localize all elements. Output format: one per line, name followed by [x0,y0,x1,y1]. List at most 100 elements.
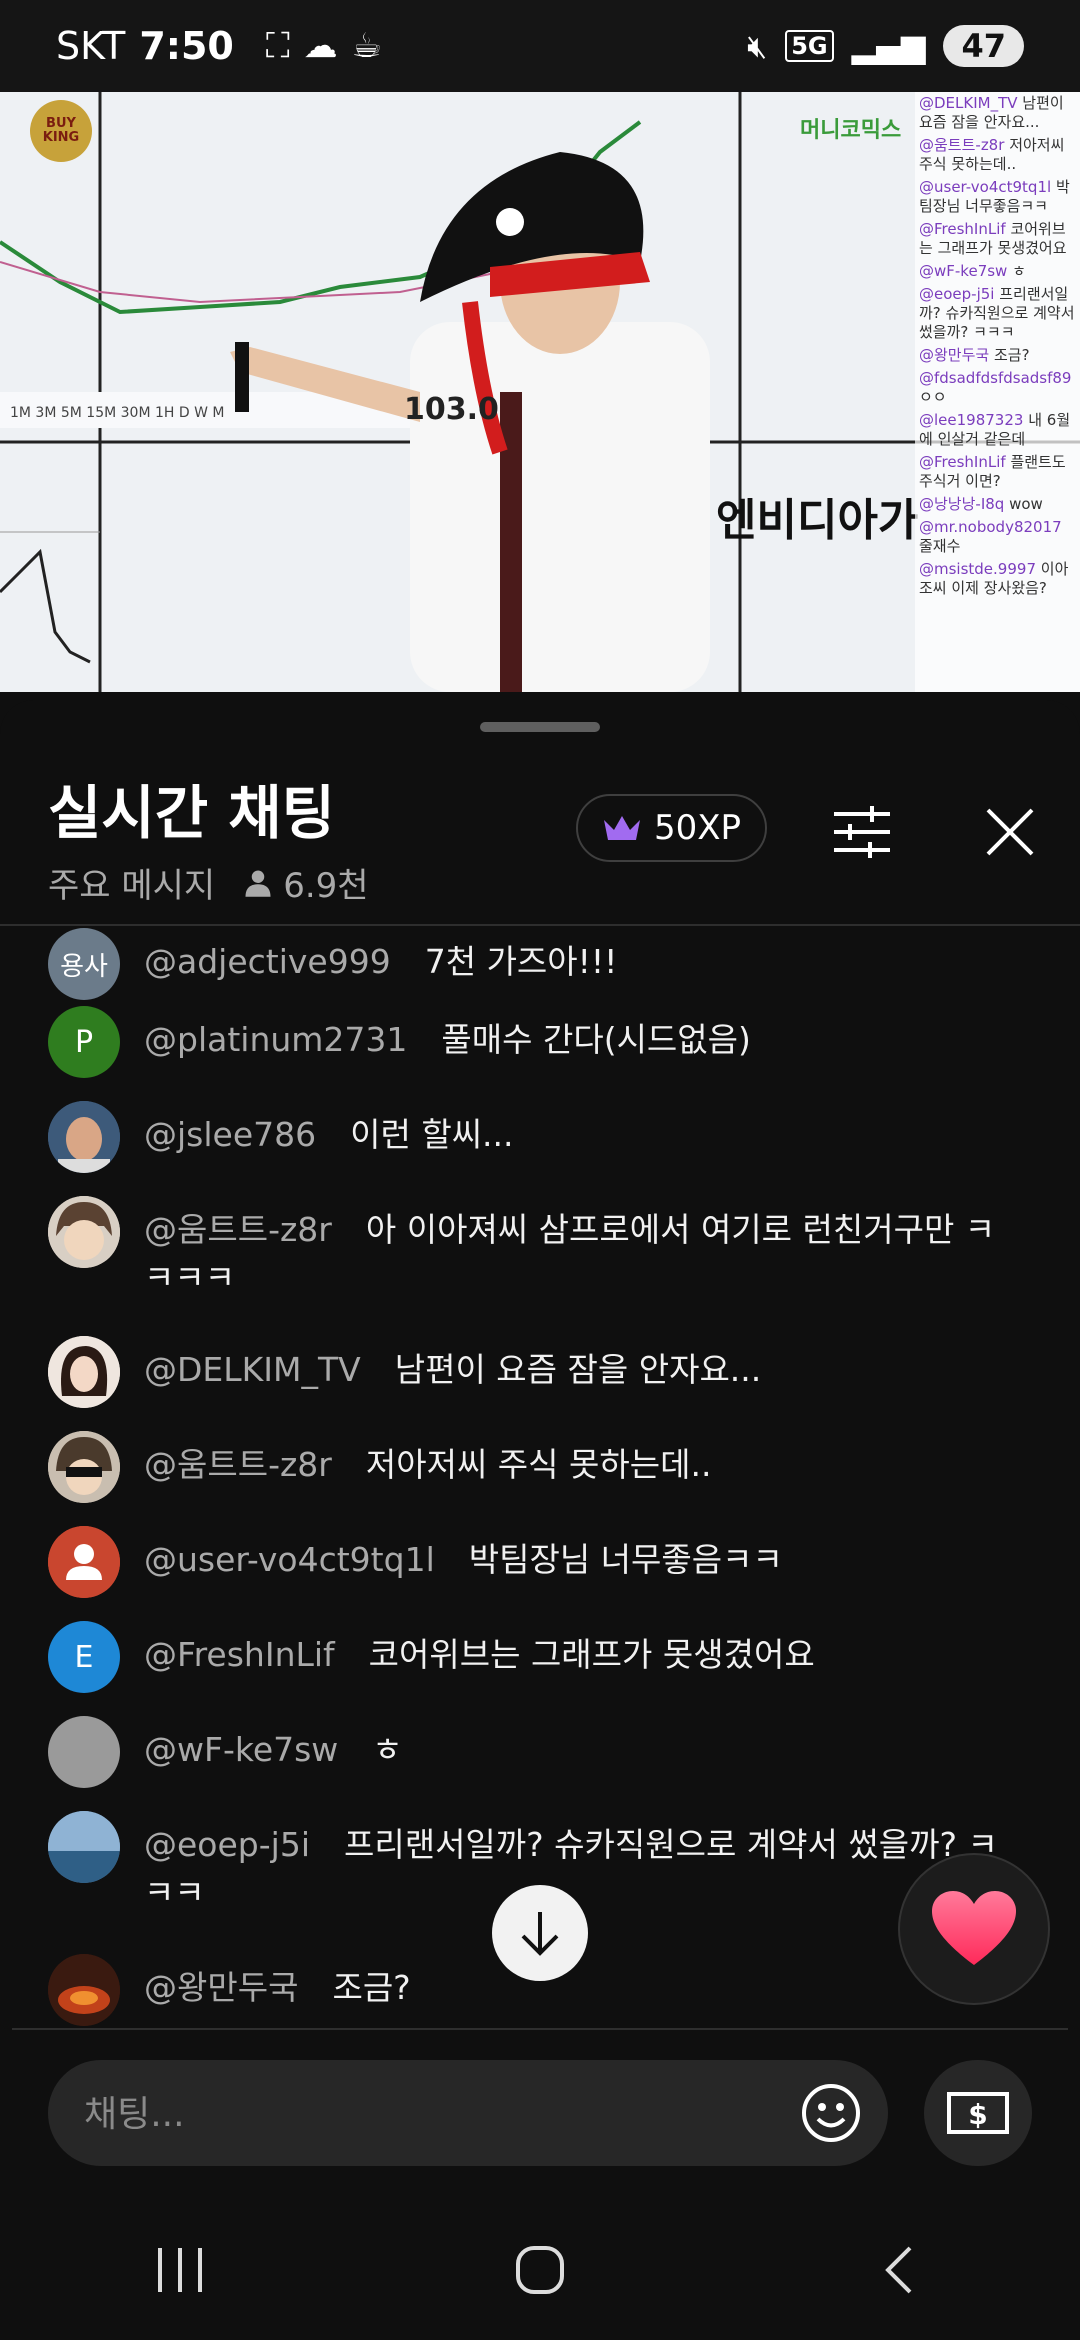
chat-message: @user-vo4ct9tq1l 박팀장님 너무좋음ㅋㅋ [48,1526,1038,1598]
message-text: ㅎ [372,1730,403,1769]
avatar[interactable] [48,1101,120,1173]
chat-input-container [48,2060,888,2168]
avatar[interactable]: P [48,1006,120,1078]
overlay-chat-item: @lee1987323 내 6월에 인살거 같은데 [919,411,1071,448]
chat-message: @wF-ke7sw ㅎ [48,1716,1038,1788]
back-button[interactable] [840,2220,960,2320]
filter-settings-button[interactable] [830,800,894,864]
carrier-label: SKT [56,24,126,68]
overlay-chat-item: @user-vo4ct9tq1l 박팀장님 너무좋음ㅋㅋ [919,178,1070,215]
crown-icon [604,816,640,840]
viewer-count-label: 6.9천 [283,866,369,906]
person-icon [245,870,271,897]
video-caption: 엔비디아가 [716,495,919,546]
overlay-chat-item: @eoep-j5i 프리랜서일까? 슈카직원으로 계약서 썼을까? ㅋㅋㅋ [919,285,1075,341]
chat-message: E @FreshInLif 코어위브는 그래프가 못생겼어요 [48,1621,1038,1693]
landscape-avatar-icon [48,1811,120,1883]
back-icon [885,2246,912,2294]
chat-message: @jslee786 이런 할씨... [48,1101,1038,1173]
overlay-chat-item: @mr.nobody82017 줄재수 [919,518,1062,555]
avatar[interactable]: E [48,1621,120,1693]
avatar[interactable] [48,1526,120,1598]
chat-message: @움트트-z8r 저아저씨 주식 못하는데.. [48,1431,1038,1503]
avatar[interactable] [48,1954,120,2026]
message-text: 풀매수 간다(시드없음) [441,1020,751,1059]
message-author[interactable]: @움트트-z8r [144,1445,332,1484]
overlay-chat-item: @낭낭낭-I8q wow [919,495,1043,513]
message-author[interactable]: @jslee786 [144,1115,316,1154]
default-user-icon [48,1526,120,1598]
message-text: 코어위브는 그래프가 못생겼어요 [368,1635,815,1674]
overlay-chat-item: @DELKIM_TV 남편이 요즘 잠을 안자요... [919,94,1064,131]
message-author[interactable]: @왕만두국 [144,1968,298,2007]
overlay-chat-item: @움트트-z8r 저아저씨 주식 못하는데.. [919,136,1065,173]
message-author[interactable]: @adjective999 [144,942,391,981]
xp-button[interactable]: 50XP [576,794,768,862]
reaction-heart-button[interactable] [898,1853,1050,2005]
system-navigation-bar [0,2200,1080,2340]
recent-apps-button[interactable] [120,2220,240,2320]
emoji-button[interactable] [800,2082,862,2144]
message-text: 남편이 요즘 잠을 안자요... [394,1350,762,1389]
brand-label: 머니코믹스 [800,118,902,143]
avatar[interactable] [48,1336,120,1408]
status-icons: ⛶ ☁ ☕ [266,26,382,66]
profile-photo-icon [48,1336,120,1408]
arrow-down-icon [521,1912,559,1956]
message-author[interactable]: @eoep-j5i [144,1825,310,1864]
svg-text:1M 3M 5M 15M 30M 1H: 1M 3M 5M 15M 30M 1H D W M [10,405,224,421]
scroll-to-bottom-button[interactable] [492,1885,588,1981]
super-chat-button[interactable]: $ [924,2060,1032,2166]
mute-icon: 🔇︎ [747,26,768,65]
drag-handle[interactable] [480,722,600,732]
smiley-icon [802,2084,860,2142]
bowl-icon: ☕ [351,26,383,66]
message-text: 저아저씨 주식 못하는데.. [365,1445,712,1484]
panel-title: 실시간 채팅 [48,779,335,847]
overlay-chat-item: @wF-ke7sw ㅎ [919,262,1026,280]
price-label: 103.0 [404,392,499,427]
heart-icon [932,1891,1016,1965]
overlay-chat-item: @왕만두국 조금? [919,346,1030,364]
message-author[interactable]: @FreshInLif [144,1635,335,1674]
avatar[interactable] [48,1811,120,1883]
overlay-chat-item: @FreshInLif 코어위브는 그래프가 못생겼어요 [919,220,1067,257]
money-icon: $ [947,2092,1009,2134]
sliders-icon [834,806,890,858]
avatar[interactable] [48,1716,120,1788]
message-text: 7천 가즈아!!! [424,942,618,981]
cloud-icon: ☁ [303,26,338,66]
screenshot-icon: ⛶ [265,26,290,66]
anime-avatar-icon [48,1196,120,1268]
svg-text:$: $ [968,2098,987,2131]
message-author[interactable]: @platinum2731 [144,1020,407,1059]
chat-message: P @platinum2731 풀매수 간다(시드없음) [48,1006,1038,1078]
panel-subtitle: 주요 메시지 6.9천 [48,858,369,907]
profile-photo-icon [48,1101,120,1173]
clock: 7:50 [139,24,234,68]
chat-input[interactable] [82,2060,786,2168]
chat-message: @DELKIM_TV 남편이 요즘 잠을 안자요... [48,1336,1038,1408]
overlay-chat-item: @msistde.9997 이아조씨 이제 장사왔음? [919,560,1069,597]
message-text: 이런 할씨... [350,1115,514,1154]
anime-avatar-icon [48,1431,120,1503]
avatar[interactable] [48,1431,120,1503]
message-author[interactable]: @움트트-z8r [144,1210,332,1249]
network-label: 5G [785,30,834,62]
input-divider [12,2028,1068,2030]
chat-mode-dropdown[interactable]: 주요 메시지 [48,858,215,907]
xp-label: 50XP [654,808,742,848]
message-author[interactable]: @user-vo4ct9tq1l [144,1540,435,1579]
avatar[interactable]: 용사 [48,928,120,1000]
recents-icon [158,2248,202,2292]
status-bar: SKT 7:50 ⛶ ☁ ☕ 🔇︎ 5G ▂▄▆ 47 [0,0,1080,92]
close-button[interactable] [978,800,1042,864]
overlay-chat-item: @fdsadfdsfdsadsf89 ㅇㅇ [919,369,1072,406]
message-author[interactable]: @DELKIM_TV [144,1350,361,1389]
battery-badge: 47 [943,25,1024,67]
avatar[interactable] [48,1196,120,1268]
message-text: 조금? [332,1968,411,2007]
chat-message: 용사 @adjective999 7천 가즈아!!! [48,928,1038,1000]
message-author[interactable]: @wF-ke7sw [144,1730,338,1769]
home-button[interactable] [480,2220,600,2320]
